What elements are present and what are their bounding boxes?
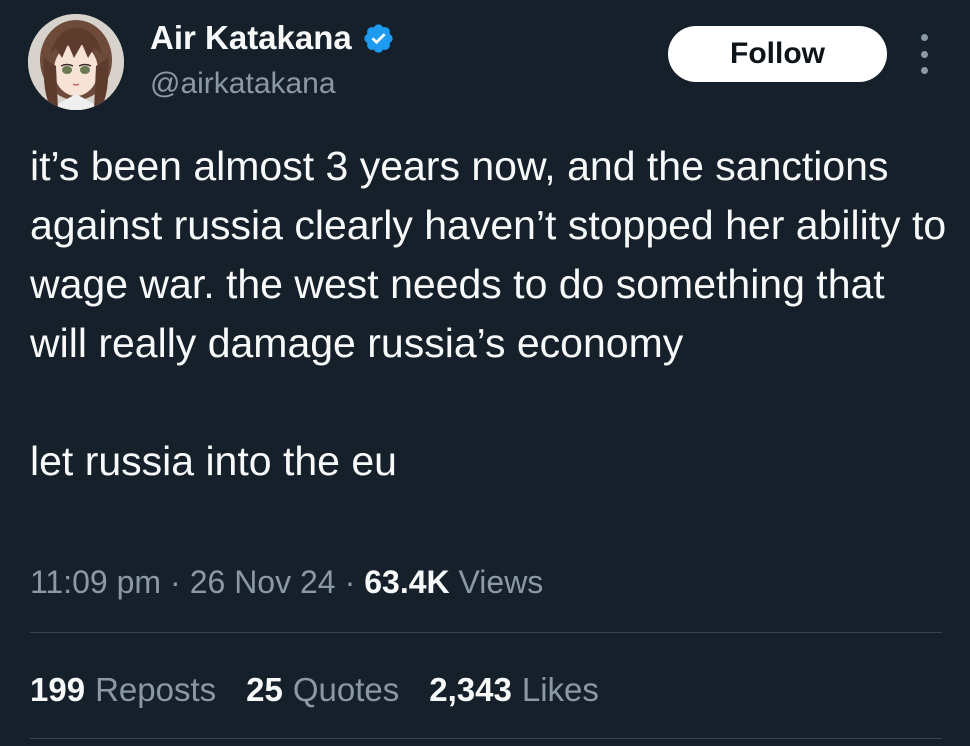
separator: · (344, 564, 356, 600)
tweet-text: it’s been almost 3 years now, and the sa… (30, 137, 950, 491)
views-label: Views (458, 564, 544, 600)
tweet-meta: 11:09 pm · 26 Nov 24 · 63.4K Views (30, 560, 543, 604)
user-handle[interactable]: @airkatakana (150, 64, 336, 104)
dot (920, 34, 928, 41)
quotes-stat[interactable]: 25 Quotes (246, 668, 399, 712)
reposts-label: Reposts (95, 671, 217, 708)
tweet-paragraph: it’s been almost 3 years now, and the sa… (30, 143, 947, 366)
verified-badge-icon[interactable] (362, 22, 395, 55)
divider (30, 632, 942, 633)
anime-avatar-image (28, 14, 124, 110)
likes-label: Likes (521, 671, 599, 708)
views-count: 63.4K (364, 564, 450, 600)
tweet-date[interactable]: 26 Nov 24 (190, 564, 336, 600)
reposts-stat[interactable]: 199 Reposts (30, 668, 216, 712)
divider (30, 738, 942, 739)
likes-stat[interactable]: 2,343 Likes (429, 668, 599, 712)
display-name-text[interactable]: Air Katakana (150, 18, 352, 58)
quotes-label: Quotes (292, 671, 400, 708)
dot (920, 50, 928, 58)
dot (920, 67, 928, 74)
likes-count: 2,343 (429, 671, 512, 708)
reposts-count: 199 (30, 671, 86, 708)
follow-button[interactable]: Follow (668, 26, 887, 82)
quotes-count: 25 (246, 671, 283, 708)
tweet-paragraph: let russia into the eu (30, 438, 397, 484)
more-vertical-icon[interactable] (912, 34, 936, 74)
display-name[interactable]: Air Katakana (150, 18, 395, 58)
avatar[interactable] (28, 14, 124, 110)
tweet-time[interactable]: 11:09 pm (30, 564, 161, 600)
separator: · (170, 564, 181, 600)
engagement-stats: 199 Reposts 25 Quotes 2,343 Likes (30, 668, 629, 712)
tweet-page: Air Katakana @airkatakana Follow it’s be… (0, 0, 970, 746)
